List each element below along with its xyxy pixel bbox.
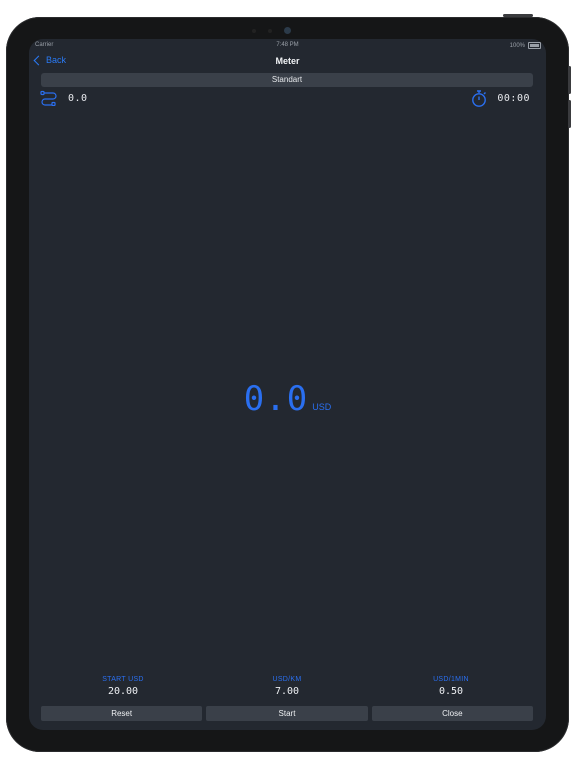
close-button[interactable]: Close bbox=[371, 706, 533, 721]
action-buttons: Reset Start Close bbox=[41, 706, 533, 721]
sensor bbox=[252, 29, 256, 33]
param-value: 0.50 bbox=[438, 686, 464, 697]
tariff-parameters: START USD 20.00 USD/KM 7.00 USD/1MIN 0.5… bbox=[41, 676, 533, 697]
param-label: USD/KM bbox=[272, 676, 302, 683]
reset-button[interactable]: Reset bbox=[41, 706, 203, 721]
fare-unit: USD bbox=[312, 402, 332, 412]
param-usd-per-km: USD/KM 7.00 bbox=[205, 676, 369, 697]
timer-value: 00:00 bbox=[497, 93, 530, 104]
param-value: 7.00 bbox=[274, 686, 300, 697]
timer-readout: 00:00 bbox=[471, 90, 530, 107]
tariff-selector[interactable]: Standart bbox=[41, 73, 533, 87]
param-usd-per-min: USD/1MIN 0.50 bbox=[369, 676, 533, 697]
volume-down-button bbox=[568, 100, 571, 128]
power-button bbox=[503, 14, 533, 17]
status-bar: Carrier 7:48 PM 100% bbox=[29, 39, 546, 51]
fare-value: 0.0 bbox=[243, 379, 309, 419]
navigation-bar: Back Meter bbox=[29, 52, 546, 72]
battery-icon bbox=[528, 42, 541, 49]
param-label: USD/1MIN bbox=[433, 676, 469, 683]
route-icon bbox=[40, 90, 57, 106]
sensor bbox=[268, 29, 272, 33]
distance-value: 0.0 bbox=[68, 92, 88, 104]
fare-display: 0.0 USD bbox=[29, 379, 546, 419]
param-value: 20.00 bbox=[107, 686, 139, 697]
volume-up-button bbox=[568, 66, 571, 94]
screen: Carrier 7:48 PM 100% Back Meter Standart… bbox=[29, 39, 546, 730]
status-right: 100% bbox=[510, 42, 541, 49]
param-start-usd: START USD 20.00 bbox=[41, 676, 205, 697]
status-time: 7:48 PM bbox=[276, 42, 299, 48]
distance-readout: 0.0 bbox=[40, 90, 88, 106]
stopwatch-icon bbox=[472, 90, 487, 107]
param-label: START USD bbox=[102, 676, 144, 683]
front-camera bbox=[284, 27, 291, 34]
battery-percent: 100% bbox=[509, 42, 525, 49]
page-title: Meter bbox=[275, 56, 300, 66]
start-button[interactable]: Start bbox=[206, 706, 368, 721]
